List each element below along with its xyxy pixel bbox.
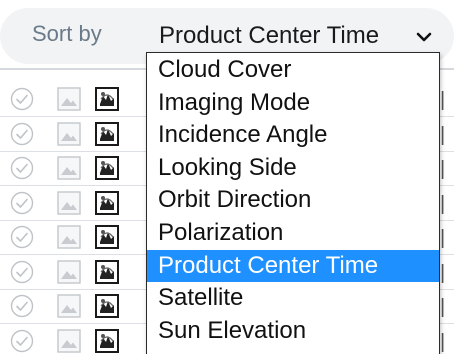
row-trailing-mark: | <box>440 296 446 318</box>
row-trailing-mark: | <box>440 262 446 284</box>
thumbnail-icon[interactable] <box>95 156 119 180</box>
sort-option[interactable]: Incidence Angle <box>147 119 439 151</box>
select-circle-icon[interactable] <box>10 294 34 318</box>
row-trailing-mark: | <box>440 193 446 215</box>
thumbnail-icon[interactable] <box>95 329 119 353</box>
image-icon[interactable] <box>57 156 81 180</box>
chevron-down-icon <box>416 32 432 42</box>
sort-by-label: Sort by <box>32 21 102 46</box>
image-icon[interactable] <box>57 260 81 284</box>
thumbnail-icon[interactable] <box>95 225 119 249</box>
row-trailing-mark: | <box>440 158 446 180</box>
thumbnail-icon[interactable] <box>95 191 119 215</box>
sort-option[interactable]: Sun Elevation <box>147 315 439 347</box>
select-circle-icon[interactable] <box>10 225 34 249</box>
select-circle-icon[interactable] <box>10 260 34 284</box>
thumbnail-icon[interactable] <box>95 260 119 284</box>
image-icon[interactable] <box>57 225 81 249</box>
sort-option[interactable]: Cloud Cover <box>147 54 439 86</box>
row-trailing-mark: | <box>440 124 446 146</box>
row-trailing-mark: | <box>440 331 446 353</box>
image-icon[interactable] <box>57 294 81 318</box>
select-circle-icon[interactable] <box>10 87 34 111</box>
sort-option[interactable]: Looking Side <box>147 152 439 184</box>
sort-option[interactable]: Imaging Mode <box>147 87 439 119</box>
thumbnail-icon[interactable] <box>95 122 119 146</box>
select-circle-icon[interactable] <box>10 156 34 180</box>
sort-option[interactable]: Polarization <box>147 217 439 249</box>
select-circle-icon[interactable] <box>10 122 34 146</box>
row-trailing-mark: | <box>440 89 446 111</box>
image-icon[interactable] <box>57 191 81 215</box>
sort-option[interactable]: Product Center Time <box>147 250 439 282</box>
thumbnail-icon[interactable] <box>95 294 119 318</box>
sort-select-value: Product Center Time <box>159 22 380 49</box>
image-icon[interactable] <box>57 122 81 146</box>
row-trailing-mark: | <box>440 227 446 249</box>
image-icon[interactable] <box>57 329 81 353</box>
sort-option[interactable]: Orbit Direction <box>147 184 439 216</box>
select-circle-icon[interactable] <box>10 191 34 215</box>
sort-option[interactable]: Satellite <box>147 282 439 314</box>
app-root: Sort by Product Center Time | | | | | | | | Clo… <box>0 0 454 354</box>
thumbnail-icon[interactable] <box>95 87 119 111</box>
select-circle-icon[interactable] <box>10 329 34 353</box>
image-icon[interactable] <box>57 87 81 111</box>
sort-dropdown-menu: Cloud Cover Imaging Mode Incidence Angle Lo… <box>146 52 440 354</box>
